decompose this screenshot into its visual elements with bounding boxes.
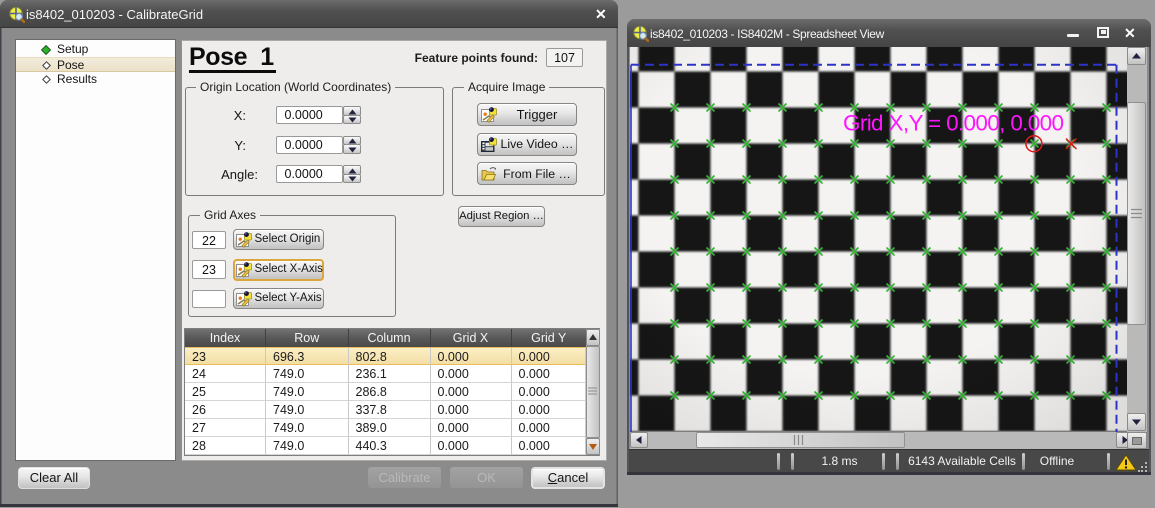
- svg-text:Grid X,Y = 0.000, 0.000: Grid X,Y = 0.000, 0.000: [843, 110, 1064, 135]
